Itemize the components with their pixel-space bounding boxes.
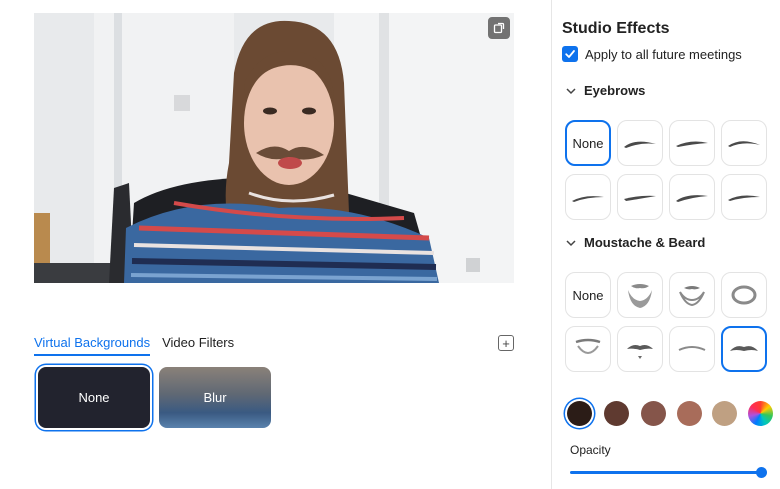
apply-all-label: Apply to all future meetings [585,46,742,62]
beard-option[interactable] [721,272,767,318]
beard-option[interactable] [617,272,663,318]
panel-divider [551,0,552,489]
eyebrows-title: Eyebrows [584,83,646,98]
tab-virtual-backgrounds[interactable]: Virtual Backgrounds [34,335,151,356]
color-swatch[interactable] [677,401,702,426]
eyebrow-shape-icon [624,195,656,201]
apply-all-row: Apply to all future meetings [562,46,742,62]
moustache-shape-icon [678,346,706,351]
eyebrow-option[interactable] [721,120,767,166]
background-blur-label: Blur [203,390,227,405]
eyebrow-shape-icon [728,195,760,201]
moustache-shape-icon [730,346,758,351]
eyebrow-option[interactable] [721,174,767,220]
background-none-label: None [78,390,110,405]
moustache-option[interactable] [721,326,767,372]
moustache-title: Moustache & Beard [584,235,706,250]
moustache-section-toggle[interactable]: Moustache & Beard [566,235,705,250]
goatee-icon [679,286,705,307]
moustache-shape-icon [627,345,653,359]
color-swatch[interactable] [604,401,629,426]
full-beard-icon [628,284,652,308]
eyebrow-shape-icon [676,195,708,202]
color-swatch[interactable] [712,401,737,426]
eyebrows-section-toggle[interactable]: Eyebrows [566,83,645,98]
check-icon [565,50,575,58]
eyebrow-option[interactable] [617,174,663,220]
moustache-option[interactable] [565,326,611,372]
plus-icon: + [502,335,510,351]
opacity-label: Opacity [570,443,611,457]
eyebrow-option[interactable] [565,174,611,220]
video-preview [34,13,514,283]
eyebrow-shape-icon [676,141,708,147]
rotate-camera-button[interactable] [488,17,510,39]
background-blur[interactable]: Blur [159,367,271,428]
background-none[interactable]: None [38,367,150,428]
moustache-none-label: None [572,287,604,303]
camera-preview-image [34,13,514,283]
eyebrow-shape-icon [624,141,656,148]
moustache-option[interactable] [617,326,663,372]
eyebrow-option[interactable] [617,120,663,166]
moustache-option-none[interactable]: None [565,272,611,318]
color-swatch[interactable] [567,401,592,426]
apply-all-checkbox[interactable] [562,46,578,62]
moustache-shape-icon [575,338,601,354]
color-swatch[interactable] [641,401,666,426]
eyebrow-none-label: None [572,135,604,151]
add-background-button[interactable]: + [498,335,514,351]
eyebrow-shape-icon [728,141,760,147]
eyebrow-shape-icon [572,196,604,202]
chin-strap-icon [731,285,757,305]
moustache-option[interactable] [669,326,715,372]
opacity-slider-track[interactable] [570,471,762,474]
eyebrow-option[interactable] [669,174,715,220]
background-tabs: Virtual Backgrounds Video Filters [34,335,234,356]
studio-effects-title: Studio Effects [562,20,670,37]
beard-option[interactable] [669,272,715,318]
rotate-icon [493,22,505,34]
custom-color-wheel[interactable] [748,401,773,426]
tab-video-filters[interactable]: Video Filters [162,335,234,356]
chevron-down-icon [566,239,576,246]
opacity-slider-handle[interactable] [756,467,767,478]
eyebrow-option[interactable] [669,120,715,166]
eyebrow-option-none[interactable]: None [565,120,611,166]
chevron-down-icon [566,87,576,94]
